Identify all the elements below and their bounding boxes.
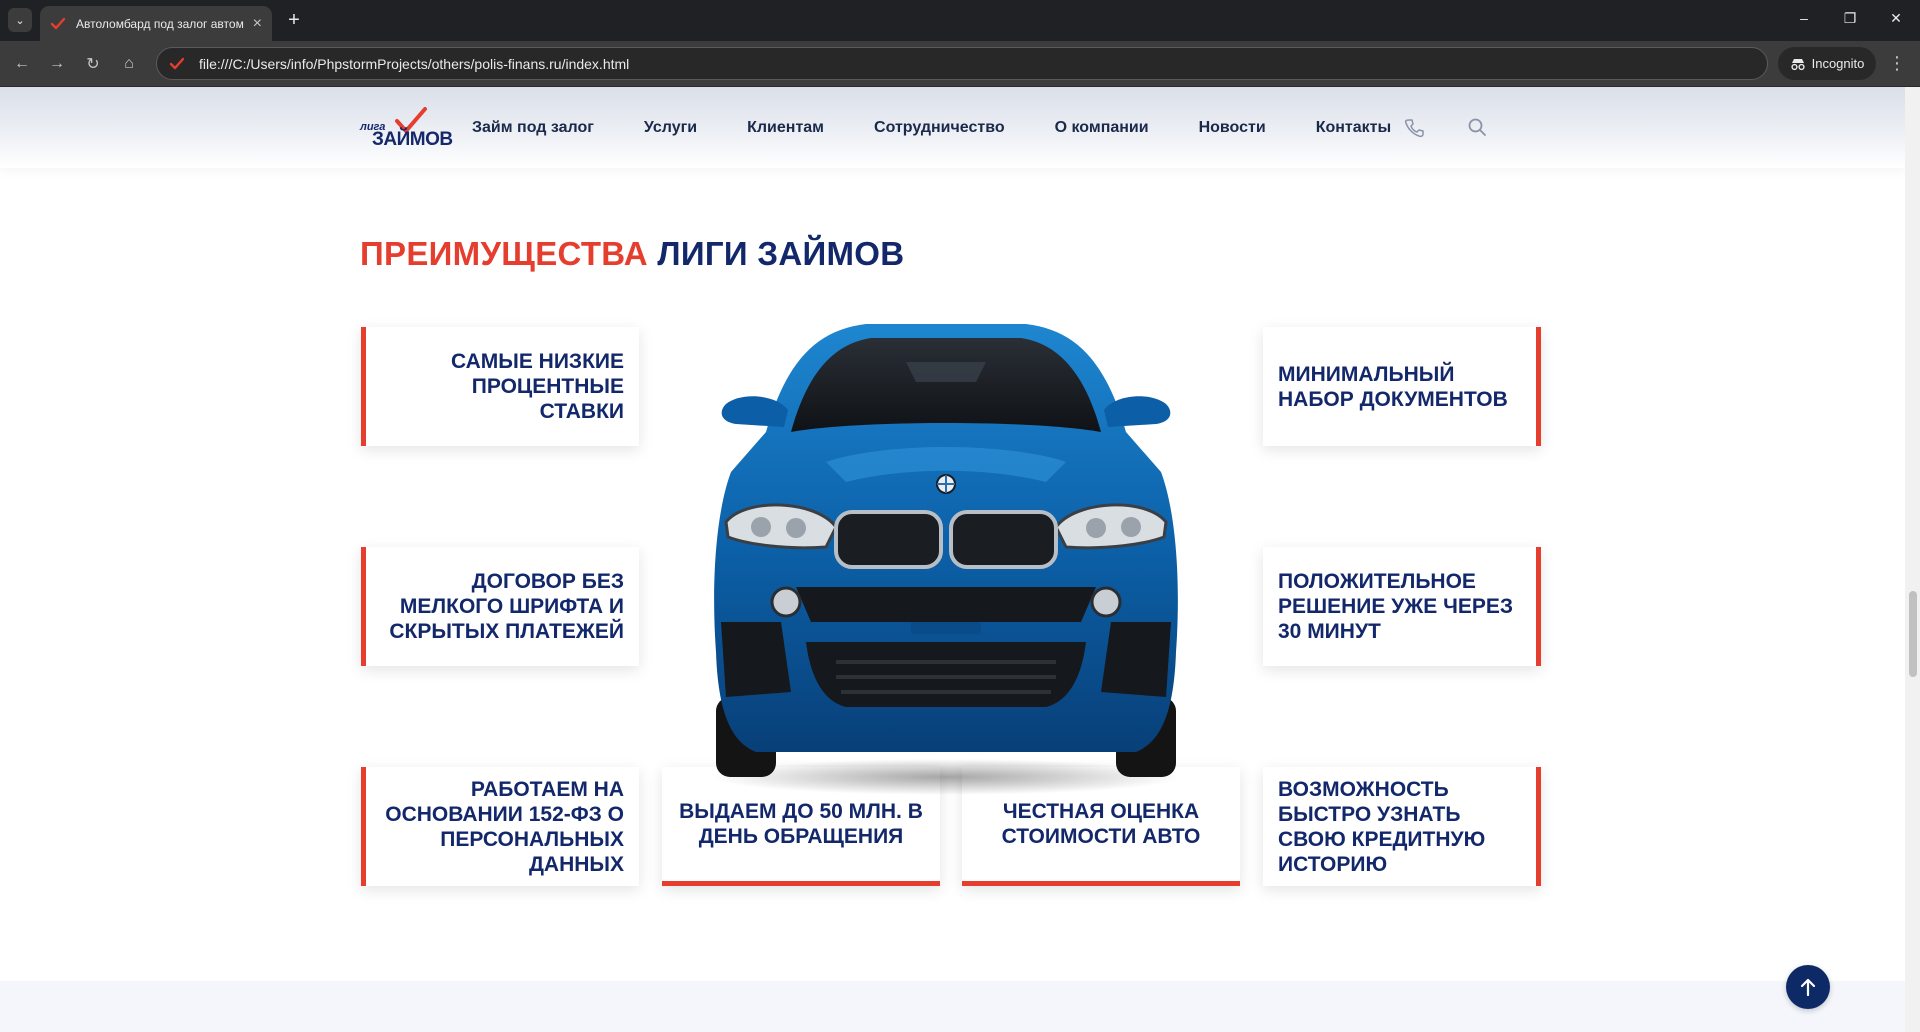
next-section-band [0, 981, 1905, 1032]
tab-title: Автоломбард под залог автом [76, 16, 244, 31]
feature-card-text: Самые низкие процентные ставки [450, 350, 624, 423]
browser-tab-bar: ⌄ Автоломбард под залог автом × + – ❐ ✕ [0, 0, 1920, 41]
menu-item-loan[interactable]: Займ под залог [472, 119, 594, 137]
menu-item-contacts[interactable]: Контакты [1316, 119, 1391, 137]
section-title-main: ЛИГИ ЗАЙМОВ [657, 235, 905, 272]
kebab-menu-icon[interactable]: ⋮ [1888, 53, 1906, 73]
chevron-down-icon: ⌄ [15, 14, 25, 27]
scrollbar-thumb[interactable] [1909, 591, 1917, 677]
minimize-icon[interactable]: – [1794, 10, 1814, 26]
favicon-check-icon [50, 17, 66, 29]
menu-item-about[interactable]: О компании [1055, 119, 1149, 137]
home-icon[interactable]: ⌂ [116, 51, 142, 77]
feature-card-low-rates: Самые низкие процентные ставки [361, 327, 639, 446]
section-title: ПРЕИМУЩЕСТВА ЛИГИ ЗАЙМОВ [360, 235, 904, 273]
close-icon[interactable]: × [253, 15, 262, 33]
window-close-icon[interactable]: ✕ [1886, 10, 1906, 27]
main-menu: Займ под залог Услуги Клиентам Сотруднич… [472, 117, 1441, 139]
feature-card-text: Выдаем до 50 млн. в день обращения [679, 800, 923, 848]
address-bar[interactable]: file:///C:/Users/info/PhpstormProjects/o… [156, 47, 1768, 80]
feature-card-text: Возможность быстро узнать свою кредитную… [1278, 777, 1486, 876]
page-viewport: лига ЗАЙМОВ Займ под залог Услуги Клиент… [0, 87, 1905, 1032]
logo-bottom-text: ЗАЙМОВ [372, 129, 453, 150]
browser-toolbar: ← → ↻ ⌂ file:///C:/Users/info/PhpstormPr… [0, 41, 1920, 87]
plus-icon[interactable]: + [282, 8, 306, 32]
menu-item-clients[interactable]: Клиентам [747, 119, 824, 137]
restore-icon[interactable]: ❐ [1840, 10, 1860, 27]
car-image [711, 324, 1181, 795]
feature-card-no-fine-print: Договор без мелкого шрифта и скрытых пла… [361, 547, 639, 666]
favicon-check-icon [169, 57, 185, 69]
feature-card-credit-history: Возможность быстро узнать свою кредитную… [1263, 767, 1541, 886]
browser-tab-active[interactable]: Автоломбард под залог автом × [40, 6, 272, 41]
incognito-icon [1791, 58, 1805, 70]
feature-card-text: Минимальный набор документов [1278, 362, 1508, 411]
arrow-up-icon [1800, 978, 1816, 997]
back-icon[interactable]: ← [9, 51, 35, 77]
search-icon[interactable] [1467, 117, 1487, 137]
incognito-indicator[interactable]: Incognito [1778, 47, 1876, 80]
menu-item-cooperation[interactable]: Сотрудничество [874, 119, 1005, 137]
forward-icon[interactable]: → [44, 51, 70, 77]
url-text[interactable]: file:///C:/Users/info/PhpstormProjects/o… [199, 56, 629, 72]
page-scrollbar[interactable] [1905, 87, 1920, 1032]
site-logo[interactable]: лига ЗАЙМОВ [360, 107, 460, 151]
menu-item-news[interactable]: Новости [1199, 119, 1266, 137]
scroll-to-top-button[interactable] [1786, 965, 1830, 1009]
feature-card-text: Честная оценка стоимости авто [1001, 800, 1201, 848]
section-title-accent: ПРЕИМУЩЕСТВА [360, 235, 648, 272]
menu-item-services[interactable]: Услуги [644, 119, 697, 137]
reload-icon[interactable]: ↻ [80, 51, 106, 77]
feature-card-fast-decision: Положительное решение уже через 30 минут [1263, 547, 1541, 666]
feature-card-text: Работаем на основании 152-ФЗ о персональ… [385, 777, 624, 876]
incognito-label: Incognito [1811, 56, 1865, 71]
feature-card-text: Положительное решение уже через 30 минут [1278, 570, 1514, 643]
site-header: лига ЗАЙМОВ Займ под залог Услуги Клиент… [0, 87, 1905, 168]
feature-card-152fz: Работаем на основании 152-ФЗ о персональ… [361, 767, 639, 886]
phone-icon[interactable] [1404, 118, 1424, 138]
tab-search-button[interactable]: ⌄ [8, 8, 32, 32]
feature-card-min-documents: Минимальный набор документов [1263, 327, 1541, 446]
feature-card-text: Договор без мелкого шрифта и скрытых пла… [389, 570, 624, 643]
